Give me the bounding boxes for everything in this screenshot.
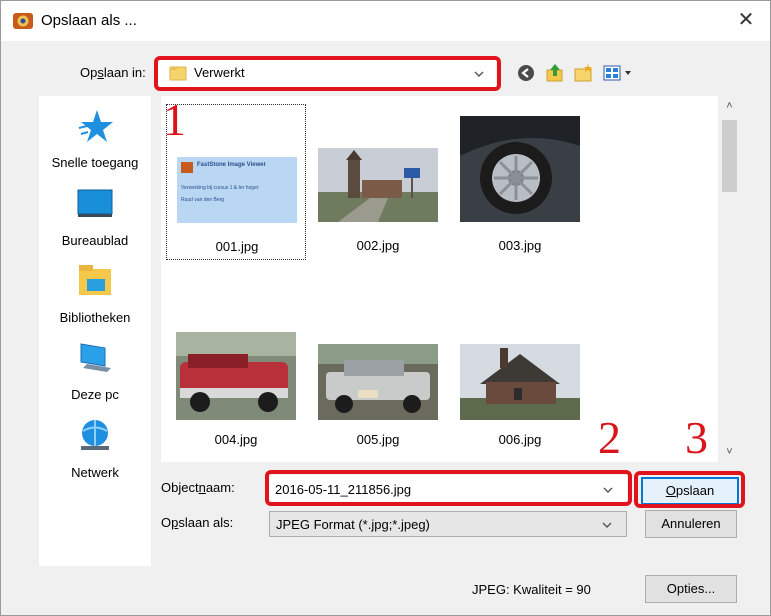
thumbnail-text: FastStone Image Viewer <box>197 162 266 168</box>
save-in-dropdown[interactable]: Verwerkt <box>158 59 496 87</box>
jpeg-quality-text: JPEG: Kwaliteit = 90 <box>472 582 591 597</box>
faststone-logo-icon <box>181 162 193 173</box>
place-desktop[interactable]: Bureaublad <box>39 184 151 248</box>
scroll-up-icon[interactable]: ˄ <box>718 96 741 116</box>
place-label: Snelle toegang <box>51 155 139 170</box>
file-name: 005.jpg <box>356 432 400 447</box>
options-button[interactable]: Opties... <box>645 575 737 603</box>
view-menu-icon[interactable] <box>602 62 634 84</box>
save-type-value: JPEG Format (*.jpg;*.jpeg) <box>276 517 430 532</box>
chevron-down-icon <box>474 71 484 77</box>
place-label: Bureaublad <box>61 233 129 248</box>
file-name: 004.jpg <box>214 432 258 447</box>
network-icon <box>81 420 109 450</box>
place-quick-access[interactable]: Snelle toegang <box>39 106 151 170</box>
save-in-value: Verwerkt <box>194 65 245 80</box>
save-type-dropdown[interactable]: JPEG Format (*.jpg;*.jpeg) <box>269 511 627 537</box>
up-folder-icon[interactable] <box>544 62 566 84</box>
computer-icon <box>80 343 111 372</box>
scroll-down-icon[interactable]: ˅ <box>718 442 741 462</box>
cancel-button[interactable]: Annuleren <box>645 510 737 538</box>
save-as-dialog: Opslaan als ... ✕ Opslaan in: Verwerkt S… <box>0 0 771 616</box>
faststone-app-icon <box>13 13 33 29</box>
file-tile-006[interactable]: 006.jpg <box>450 300 590 456</box>
title-bar: Opslaan als ... ✕ <box>1 1 770 41</box>
annotation-number-3: 3 <box>685 412 708 463</box>
save-button-label: O <box>665 483 676 498</box>
place-label: Netwerk <box>71 465 119 480</box>
annotation-number-2: 2 <box>598 412 621 463</box>
save-button[interactable]: Opslaan <box>641 477 739 505</box>
place-this-pc[interactable]: Deze pc <box>39 338 151 402</box>
save-button-label: pslaan <box>675 483 715 498</box>
back-icon[interactable] <box>515 62 537 84</box>
scroll-thumb[interactable] <box>722 120 737 192</box>
file-name: 001.jpg <box>215 239 259 254</box>
save-type-label: Opslaan als: <box>161 515 234 530</box>
file-tile-001[interactable]: FastStone Image Viewer Verwerking bij cu… <box>166 104 306 260</box>
places-bar: Snelle toegang Bureaublad Bibliotheken D… <box>39 96 151 566</box>
file-name: 006.jpg <box>498 432 542 447</box>
libraries-icon <box>79 265 111 295</box>
file-list-scrollbar[interactable]: ˄ ˅ <box>718 96 741 462</box>
place-network[interactable]: Netwerk <box>39 416 151 480</box>
place-libraries[interactable]: Bibliotheken <box>39 261 151 325</box>
thumbnail-text: Verwerking bij cursus 1 & ter hoger <box>181 185 259 191</box>
annotation-number-1: 1 <box>163 94 186 145</box>
place-label: Deze pc <box>71 387 119 402</box>
file-name: 003.jpg <box>498 238 542 253</box>
file-list-view: FastStone Image Viewer Verwerking bij cu… <box>161 96 741 462</box>
thumbnail-004 <box>176 332 296 420</box>
file-tile-004[interactable]: 004.jpg <box>166 300 306 456</box>
filename-label: Objectnaam: <box>161 480 235 495</box>
save-in-label: Opslaan in: <box>80 65 146 80</box>
file-tile-003[interactable]: 003.jpg <box>450 104 590 260</box>
new-folder-icon[interactable] <box>573 62 595 84</box>
thumbnail-002 <box>318 148 438 222</box>
filename-value: 2016-05-11_211856.jpg <box>275 482 412 497</box>
thumbnail-005 <box>318 344 438 420</box>
filename-input[interactable]: 2016-05-11_211856.jpg <box>269 475 627 503</box>
desktop-icon <box>77 189 113 217</box>
folder-icon <box>169 66 187 81</box>
chevron-down-icon <box>602 522 612 528</box>
file-tile-002[interactable]: 002.jpg <box>308 104 448 260</box>
thumbnail-003 <box>460 116 580 222</box>
file-name: 002.jpg <box>356 238 400 253</box>
thumbnail-text: Ruud van den Berg <box>181 197 225 203</box>
file-tile-005[interactable]: 005.jpg <box>308 300 448 456</box>
close-icon[interactable]: ✕ <box>734 8 758 32</box>
thumbnail-001: FastStone Image Viewer Verwerking bij cu… <box>177 157 297 223</box>
star-icon <box>78 110 113 142</box>
thumbnail-006 <box>460 344 580 420</box>
window-title: Opslaan als ... <box>41 12 137 29</box>
chevron-down-icon[interactable] <box>601 483 615 497</box>
place-label: Bibliotheken <box>59 310 131 325</box>
